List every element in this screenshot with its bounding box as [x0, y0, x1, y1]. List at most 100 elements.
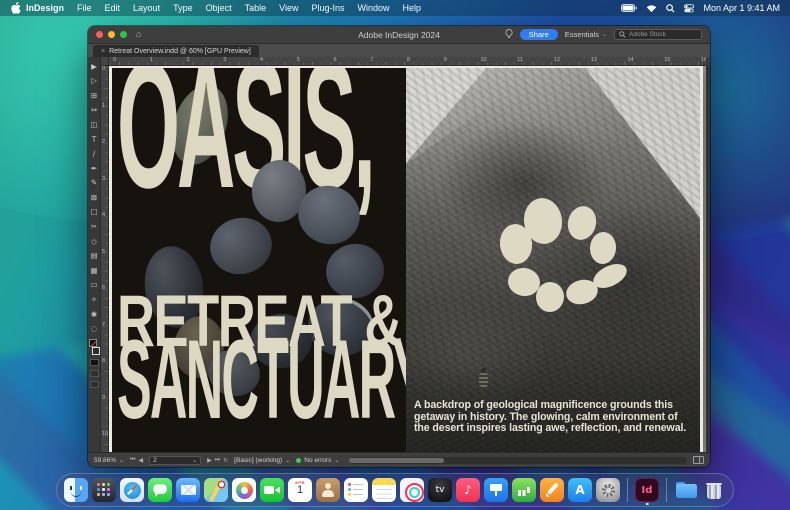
apply-color-button[interactable]: [90, 359, 99, 366]
last-page-button[interactable]: ⏭: [215, 456, 220, 464]
ruler-origin-corner[interactable]: [101, 57, 109, 66]
control-center-icon[interactable]: [684, 4, 694, 13]
workspace-switcher[interactable]: Essentials ⌄: [565, 30, 607, 39]
gradient-feather-tool[interactable]: ▦: [88, 263, 101, 278]
selection-tool[interactable]: ▶: [88, 59, 101, 74]
dock-mail-icon[interactable]: [176, 478, 200, 502]
h-ruler[interactable]: 012345678910111213141516: [109, 57, 706, 66]
no-errors-dot: [296, 458, 301, 463]
type-tool[interactable]: T: [88, 132, 101, 147]
dock-downloads-icon[interactable]: [674, 478, 698, 502]
dock-contacts-icon[interactable]: [316, 478, 340, 502]
wifi-icon[interactable]: [646, 4, 657, 13]
dock-finder-icon[interactable]: [64, 478, 88, 502]
close-window-button[interactable]: [96, 31, 103, 38]
dock-numbers-icon[interactable]: [512, 478, 536, 502]
dock-reminders-icon[interactable]: [344, 478, 368, 502]
home-icon[interactable]: ⌂: [136, 30, 141, 39]
rotate-spread-icon[interactable]: ↻: [223, 457, 228, 464]
content-collector-tool[interactable]: ◫: [88, 117, 101, 132]
dock-fitness-icon[interactable]: [400, 478, 424, 502]
h-ruler-number: 15: [664, 57, 670, 63]
pencil-tool[interactable]: ✎: [88, 176, 101, 191]
menubar-clock[interactable]: Mon Apr 1 9:41 AM: [703, 3, 780, 13]
dock-settings-icon[interactable]: [596, 478, 620, 502]
preview-mode-button[interactable]: [90, 381, 99, 388]
first-page-button[interactable]: ⏮: [130, 456, 135, 464]
zoom-tool[interactable]: ◌: [88, 322, 101, 337]
preflight-profile-dropdown[interactable]: [Basic] (working) ⌄: [234, 457, 290, 464]
line-tool-glyph: ∕: [93, 150, 96, 158]
adobe-stock-search[interactable]: Adobe Stock: [614, 29, 702, 40]
dock-calendar-icon[interactable]: APR1: [288, 478, 312, 502]
menu-type[interactable]: Type: [173, 3, 193, 13]
dock-safari-icon[interactable]: [120, 478, 144, 502]
battery-icon[interactable]: [621, 4, 637, 12]
menu-view[interactable]: View: [279, 3, 298, 13]
left-page: OASIS, RETREAT & SANCTUARY: [112, 68, 406, 452]
fill-swatch[interactable]: [89, 339, 97, 347]
menu-indesign[interactable]: InDesign: [26, 3, 64, 13]
normal-view-mode-button[interactable]: [90, 370, 99, 377]
v-ruler[interactable]: 012345678910: [101, 66, 109, 452]
v-ruler-number: 9: [102, 395, 105, 401]
h-ruler-number: 16: [701, 57, 706, 63]
note-tool[interactable]: ▭: [88, 278, 101, 293]
menu-file[interactable]: File: [77, 3, 92, 13]
dock-pages-icon[interactable]: [540, 478, 564, 502]
zoom-level-dropdown[interactable]: 59.86% ⌄: [94, 457, 124, 464]
menu-edit[interactable]: Edit: [105, 3, 121, 13]
apple-menu-icon[interactable]: [10, 2, 22, 14]
hand-tool-glyph: ✱: [91, 311, 97, 319]
search-icon[interactable]: [666, 4, 675, 13]
rectangle-frame-tool[interactable]: ⊠: [88, 190, 101, 205]
document-canvas[interactable]: OASIS, RETREAT & SANCTUARY: [109, 66, 706, 452]
dock-launchpad-icon[interactable]: [92, 478, 116, 502]
free-transform-tool[interactable]: ◇: [88, 234, 101, 249]
dock-facetime-icon[interactable]: [260, 478, 284, 502]
spread-view-icon[interactable]: [693, 456, 704, 464]
page-number-field[interactable]: 2 ⌄: [149, 456, 201, 465]
close-tab-icon[interactable]: ×: [101, 48, 105, 55]
previous-page-button[interactable]: ◀: [138, 457, 143, 464]
horizontal-scrollbar[interactable]: [349, 457, 687, 464]
menu-object[interactable]: Object: [206, 3, 232, 13]
dock-keynote-icon[interactable]: [484, 478, 508, 502]
dock-messages-icon[interactable]: [148, 478, 172, 502]
menu-window[interactable]: Window: [358, 3, 390, 13]
menu-help[interactable]: Help: [403, 3, 422, 13]
next-page-button[interactable]: ▶: [207, 457, 212, 464]
horizontal-scrollbar-thumb[interactable]: [349, 458, 444, 463]
scissors-tool[interactable]: ✂: [88, 220, 101, 235]
menu-layout[interactable]: Layout: [133, 3, 160, 13]
direct-selection-tool[interactable]: ▷: [88, 74, 101, 89]
zoom-window-button[interactable]: [120, 31, 127, 38]
stroke-swatch[interactable]: [92, 347, 100, 355]
dock-notes-icon[interactable]: [372, 478, 396, 502]
menu-plugins[interactable]: Plug-Ins: [311, 3, 344, 13]
dock-trash-icon[interactable]: [702, 478, 726, 502]
dock-music-icon[interactable]: ♪: [456, 478, 480, 502]
page-tool[interactable]: ⊞: [88, 88, 101, 103]
dock-maps-icon[interactable]: [204, 478, 228, 502]
window-controls: [96, 31, 127, 38]
dock-appstore-icon[interactable]: A: [568, 478, 592, 502]
learn-bulb-icon[interactable]: [505, 26, 513, 44]
gradient-swatch-tool[interactable]: ▤: [88, 249, 101, 264]
gap-tool[interactable]: ⇔: [88, 103, 101, 118]
rectangle-tool[interactable]: □: [88, 205, 101, 220]
dock-indesign-icon[interactable]: Id: [635, 478, 659, 502]
minimize-window-button[interactable]: [108, 31, 115, 38]
document-tab[interactable]: × Retreat Overview.indd @ 60% [GPU Previ…: [93, 45, 259, 57]
dock-photos-icon[interactable]: [232, 478, 256, 502]
preflight-status[interactable]: No errors ⌄: [296, 457, 339, 464]
fill-stroke-swatches[interactable]: [89, 339, 100, 355]
pen-tool[interactable]: ✒: [88, 161, 101, 176]
menu-table[interactable]: Table: [245, 3, 267, 13]
eyedropper-tool[interactable]: ✧: [88, 293, 101, 308]
dock-appletv-icon[interactable]: tv: [428, 478, 452, 502]
line-tool[interactable]: ∕: [88, 147, 101, 162]
vertical-scrollbar[interactable]: [706, 66, 710, 452]
share-button[interactable]: Share: [520, 29, 558, 41]
hand-tool[interactable]: ✱: [88, 307, 101, 322]
